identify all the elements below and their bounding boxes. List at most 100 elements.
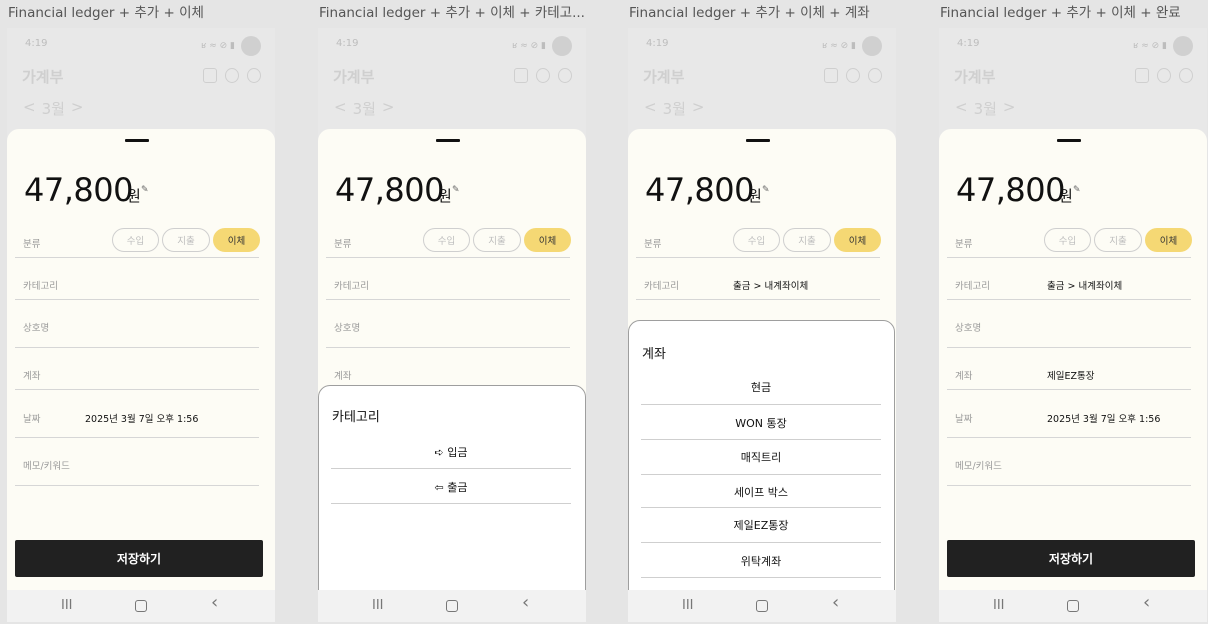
memo-label[interactable]: 메모/키워드 xyxy=(955,458,1002,472)
system-nav-bar: III ‹ xyxy=(7,590,275,622)
type-transfer-button[interactable]: 이체 xyxy=(213,228,260,252)
type-label: 분류 xyxy=(644,239,662,250)
user-icon[interactable] xyxy=(868,68,882,83)
type-expense-button[interactable]: 지출 xyxy=(473,228,521,252)
bar-chart-icon[interactable] xyxy=(1135,68,1149,83)
divider xyxy=(331,503,571,504)
month-next-button[interactable]: > xyxy=(692,98,705,119)
app-title: 가계부 xyxy=(333,68,375,86)
header-icons xyxy=(514,68,572,83)
merchant-label[interactable]: 상호명 xyxy=(334,320,360,334)
account-option-safebox[interactable]: 세이프 박스 xyxy=(641,484,881,500)
save-button[interactable]: 저장하기 xyxy=(15,540,263,577)
month-prev-button[interactable]: < xyxy=(955,98,968,119)
type-transfer-button[interactable]: 이체 xyxy=(524,228,571,252)
type-income-button[interactable]: 수입 xyxy=(112,228,159,252)
type-income-button[interactable]: 수입 xyxy=(733,228,780,252)
month-next-button[interactable]: > xyxy=(71,98,84,119)
home-icon[interactable] xyxy=(135,600,147,612)
recents-icon[interactable]: III xyxy=(372,599,384,613)
account-label[interactable]: 계좌 xyxy=(23,368,40,382)
account-option-magictree[interactable]: 매직트리 xyxy=(641,449,881,465)
divider xyxy=(15,299,259,300)
save-button[interactable]: 저장하기 xyxy=(947,540,1195,577)
user-icon[interactable] xyxy=(247,68,261,83)
month-prev-button[interactable]: < xyxy=(23,98,36,119)
type-expense-button[interactable]: 지출 xyxy=(162,228,210,252)
month-prev-button[interactable]: < xyxy=(334,98,347,119)
type-transfer-button[interactable]: 이체 xyxy=(1145,228,1192,252)
account-label[interactable]: 계좌 xyxy=(334,368,351,382)
bar-chart-icon[interactable] xyxy=(824,68,838,83)
home-icon[interactable] xyxy=(756,600,768,612)
month-next-button[interactable]: > xyxy=(1003,98,1016,119)
category-label[interactable]: 카테고리 xyxy=(644,278,679,292)
category-label[interactable]: 카테고리 xyxy=(23,278,58,292)
amount-value[interactable]: 47,800 xyxy=(335,171,444,209)
edit-pencil-icon[interactable]: ✎ xyxy=(452,185,460,195)
sheet-handle[interactable] xyxy=(746,139,770,142)
edit-pencil-icon[interactable]: ✎ xyxy=(1073,185,1081,195)
account-option-jeil-ez[interactable]: 제일EZ통장 xyxy=(641,517,881,533)
type-transfer-button[interactable]: 이체 xyxy=(834,228,881,252)
memo-label[interactable]: 메모/키워드 xyxy=(23,458,70,472)
month-nav: < 3월 > xyxy=(644,98,705,119)
account-option-cash[interactable]: 현금 xyxy=(641,379,881,395)
category-value[interactable]: 출금 > 내계좌이체 xyxy=(733,278,808,292)
back-icon[interactable]: ‹ xyxy=(1143,594,1150,612)
recents-icon[interactable]: III xyxy=(993,599,1005,613)
account-option-won[interactable]: WON 통장 xyxy=(641,415,881,431)
category-label[interactable]: 카테고리 xyxy=(955,278,990,292)
bar-chart-icon[interactable] xyxy=(514,68,528,83)
category-label[interactable]: 카테고리 xyxy=(334,278,369,292)
account-option-trust[interactable]: 위탁계좌 xyxy=(641,553,881,569)
sheet-handle[interactable] xyxy=(436,139,460,142)
user-icon[interactable] xyxy=(558,68,572,83)
month-prev-button[interactable]: < xyxy=(644,98,657,119)
amount-value[interactable]: 47,800 xyxy=(956,171,1065,209)
user-icon[interactable] xyxy=(1179,68,1193,83)
date-value[interactable]: 2025년 3월 7일 오후 1:56 xyxy=(85,411,198,425)
system-nav-bar: III ‹ xyxy=(318,590,586,622)
status-icons: ʁ ≈ ⊘ ▮ xyxy=(1133,36,1193,56)
type-expense-button[interactable]: 지출 xyxy=(1094,228,1142,252)
account-label[interactable]: 계좌 xyxy=(955,368,972,382)
merchant-label[interactable]: 상호명 xyxy=(955,320,981,334)
category-option-withdraw[interactable]: ⇦ 출금 xyxy=(331,479,571,495)
bar-chart-icon[interactable] xyxy=(203,68,217,83)
amount-value[interactable]: 47,800 xyxy=(24,171,133,209)
month-label: 3월 xyxy=(41,100,65,118)
home-icon[interactable] xyxy=(446,600,458,612)
merchant-label[interactable]: 상호명 xyxy=(23,320,49,334)
recents-icon[interactable]: III xyxy=(682,599,694,613)
recents-icon[interactable]: III xyxy=(61,599,73,613)
bell-icon[interactable] xyxy=(225,68,239,83)
type-income-button[interactable]: 수입 xyxy=(423,228,470,252)
home-icon[interactable] xyxy=(1067,600,1079,612)
status-icons: ʁ ≈ ⊘ ▮ xyxy=(822,36,882,56)
date-value[interactable]: 2025년 3월 7일 오후 1:56 xyxy=(1047,411,1160,425)
month-next-button[interactable]: > xyxy=(382,98,395,119)
status-icons: ʁ ≈ ⊘ ▮ xyxy=(512,36,572,56)
bell-icon[interactable] xyxy=(1157,68,1171,83)
category-option-deposit[interactable]: ➪ 입금 xyxy=(331,444,571,460)
divider xyxy=(636,257,880,258)
back-icon[interactable]: ‹ xyxy=(832,594,839,612)
bell-icon[interactable] xyxy=(536,68,550,83)
bell-icon[interactable] xyxy=(846,68,860,83)
currency-label: 원 xyxy=(1059,187,1073,205)
edit-pencil-icon[interactable]: ✎ xyxy=(762,185,770,195)
back-icon[interactable]: ‹ xyxy=(211,594,218,612)
type-income-button[interactable]: 수입 xyxy=(1044,228,1091,252)
back-icon[interactable]: ‹ xyxy=(522,594,529,612)
date-label: 날짜 xyxy=(955,414,973,425)
edit-pencil-icon[interactable]: ✎ xyxy=(141,185,149,195)
category-value[interactable]: 출금 > 내계좌이체 xyxy=(1047,278,1122,292)
sheet-handle[interactable] xyxy=(125,139,149,142)
type-expense-button[interactable]: 지출 xyxy=(783,228,831,252)
amount-value[interactable]: 47,800 xyxy=(645,171,754,209)
sheet-handle[interactable] xyxy=(1057,139,1081,142)
phone-screen-add-transfer: 4:19 ʁ ≈ ⊘ ▮ 가계부 < 3월 > 47,800 원 ✎ 분류 수입… xyxy=(7,28,275,622)
account-value[interactable]: 제일EZ통장 xyxy=(1047,368,1094,382)
status-time: 4:19 xyxy=(957,38,980,49)
